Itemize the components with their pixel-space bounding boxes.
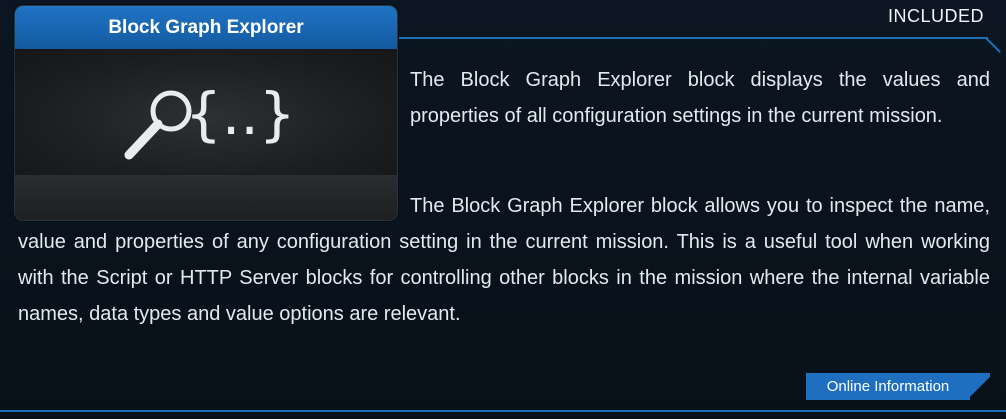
magnifier-braces-icon: {..}	[119, 69, 299, 169]
button-corner-accent	[970, 373, 990, 400]
header-divider	[396, 37, 988, 39]
svg-text:{..}: {..}	[185, 80, 296, 148]
footer-divider	[0, 410, 1006, 412]
block-card-title: Block Graph Explorer	[15, 6, 397, 49]
block-summary: The Block Graph Explorer block displays …	[410, 69, 990, 127]
included-badge: INCLUDED	[887, 6, 984, 26]
online-information-button[interactable]: Online Information	[806, 373, 970, 400]
block-details: The Block Graph Explorer block allows yo…	[18, 195, 990, 325]
block-card-image: {..}	[15, 49, 397, 175]
block-info-panel: INCLUDED Block Graph Explorer {..} The B…	[0, 0, 1006, 419]
block-details-wrap: The Block Graph Explorer block allows yo…	[18, 188, 990, 332]
